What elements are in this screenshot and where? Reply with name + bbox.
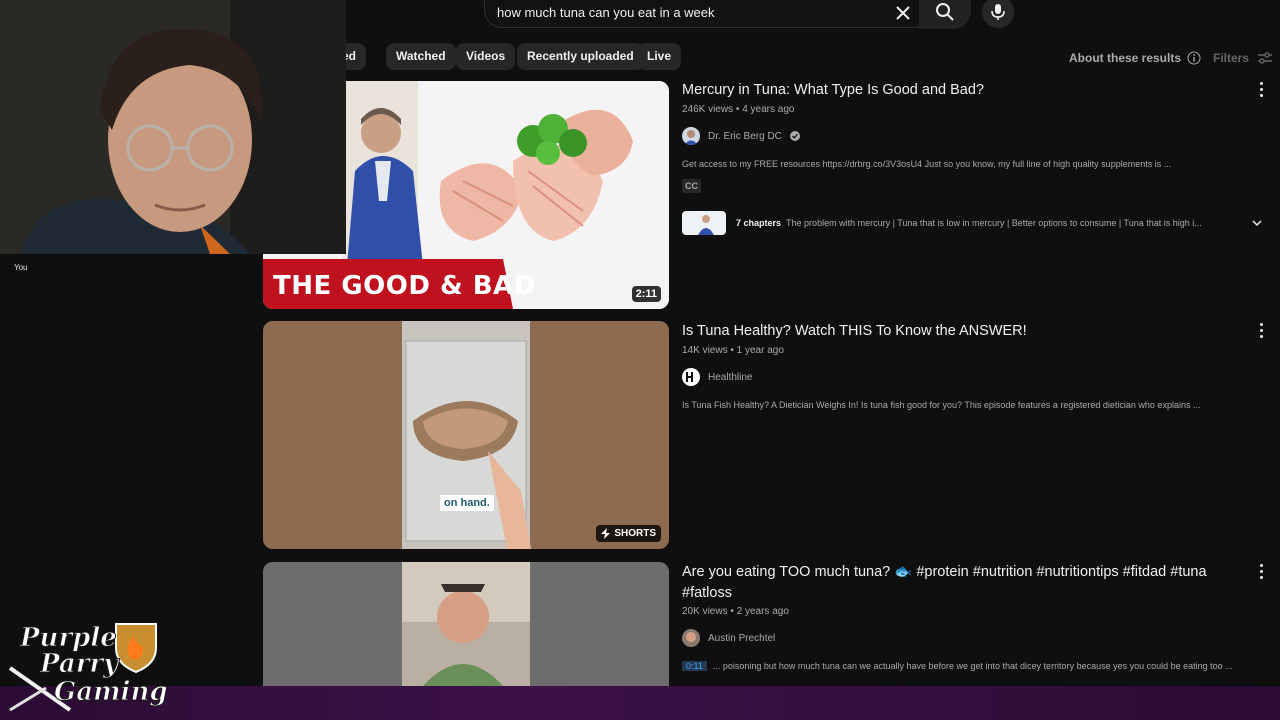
video-description: Get access to my FREE resources https://… [682, 159, 1172, 169]
view-count: 14K views [682, 345, 728, 356]
logo-line: Parry [39, 649, 120, 679]
chapters-summary: 7 chapters The problem with mercury | Tu… [736, 218, 1236, 228]
shorts-badge: SHORTS [596, 525, 661, 542]
webcam-feed [0, 0, 346, 254]
video-meta: 14K views • 1 year ago [682, 345, 784, 356]
channel-name: Healthline [708, 371, 753, 383]
channel-avatar [682, 127, 700, 145]
channel-logo: Purple Parry Gaming [6, 618, 168, 714]
upload-age: 4 years ago [742, 104, 795, 115]
shorts-icon [601, 528, 611, 539]
stream-overlay-bar [0, 686, 1280, 720]
chapters-list: The problem with mercury | Tuna that is … [786, 218, 1202, 228]
channel-link[interactable]: Healthline [682, 368, 752, 386]
search-button[interactable] [919, 0, 971, 29]
about-results-button[interactable]: About these results [1069, 51, 1201, 65]
video-description: Is Tuna Fish Healthy? A Dietician Weighs… [682, 400, 1201, 410]
video-title-line: #fatloss [682, 585, 732, 601]
channel-avatar [682, 368, 700, 386]
chapters-count: 7 chapters [736, 218, 782, 228]
chevron-down-icon[interactable] [1250, 216, 1264, 230]
webcam-label: You [14, 263, 28, 272]
thumbnail-caption: THE GOOD & BAD [273, 271, 536, 301]
clear-search-button[interactable] [893, 3, 913, 23]
info-icon [1187, 51, 1201, 65]
description-snippet: ... poisoning but how much tuna can we a… [712, 661, 1233, 671]
thumbnail-image [263, 321, 669, 549]
channel-name: Dr. Eric Berg DC [708, 130, 782, 142]
webcam-overlay [0, 0, 346, 254]
chip-label: Watched [396, 49, 446, 63]
upload-age: 2 years ago [736, 606, 789, 617]
channel-name: Austin Prechtel [708, 632, 776, 644]
channel-link[interactable]: Austin Prechtel [682, 629, 775, 647]
video-title[interactable]: Are you eating TOO much tuna? 🐟 #protein… [682, 562, 1207, 604]
video-thumbnail[interactable] [263, 562, 669, 686]
voice-search-button[interactable] [982, 0, 1014, 28]
video-title[interactable]: Is Tuna Healthy? Watch THIS To Know the … [682, 321, 1027, 342]
chip-label: Live [647, 49, 672, 63]
chip-recently-uploaded[interactable]: Recently uploaded [517, 43, 644, 70]
filters-label: Filters [1213, 51, 1250, 65]
chip-watched[interactable]: Watched [386, 43, 456, 70]
video-title-line: Are you eating TOO much tuna? 🐟 #protein… [682, 564, 1207, 580]
sliders-icon [1258, 52, 1273, 64]
video-description: 0:11 ... poisoning but how much tuna can … [682, 661, 1242, 671]
purple-parry-gaming-logo: Purple Parry Gaming [8, 623, 168, 712]
cc-badge: CC [682, 179, 701, 193]
chip-live[interactable]: Live [637, 43, 682, 70]
video-thumbnail[interactable]: on hand. SHORTS [263, 321, 669, 549]
view-count: 20K views [682, 606, 728, 617]
more-actions-button[interactable] [1254, 321, 1268, 339]
upload-age: 1 year ago [736, 345, 784, 356]
channel-avatar [682, 629, 700, 647]
logo-line: Gaming [54, 677, 166, 707]
video-title[interactable]: Mercury in Tuna: What Type Is Good and B… [682, 80, 984, 101]
about-results-label: About these results [1069, 51, 1182, 65]
video-meta: 20K views • 2 years ago [682, 606, 789, 617]
microphone-icon [991, 4, 1005, 20]
search-icon [936, 3, 954, 21]
chip-label: Recently uploaded [527, 49, 634, 63]
channel-link[interactable]: Dr. Eric Berg DC [682, 127, 800, 145]
chip-label: Videos [466, 49, 506, 63]
thumbnail-caption: on hand. [440, 495, 494, 511]
filters-button[interactable]: Filters [1213, 51, 1273, 65]
search-bar[interactable]: how much tuna can you eat in a week [484, 0, 971, 29]
more-actions-button[interactable] [1254, 80, 1268, 98]
thumbnail-image [263, 562, 669, 686]
duration-badge: 2:11 [631, 286, 661, 302]
more-actions-button[interactable] [1254, 562, 1268, 580]
shorts-label: SHORTS [614, 528, 656, 539]
chapters-row[interactable]: 7 chapters The problem with mercury | Tu… [682, 209, 1270, 237]
chapter-thumbnail [682, 211, 726, 235]
chip-videos[interactable]: Videos [456, 43, 516, 70]
timestamp-badge[interactable]: 0:11 [682, 661, 707, 671]
video-meta: 246K views • 4 years ago [682, 104, 795, 115]
verified-icon [789, 131, 800, 141]
close-icon [896, 6, 910, 20]
search-input[interactable]: how much tuna can you eat in a week [497, 5, 715, 20]
view-count: 246K views [682, 104, 734, 115]
